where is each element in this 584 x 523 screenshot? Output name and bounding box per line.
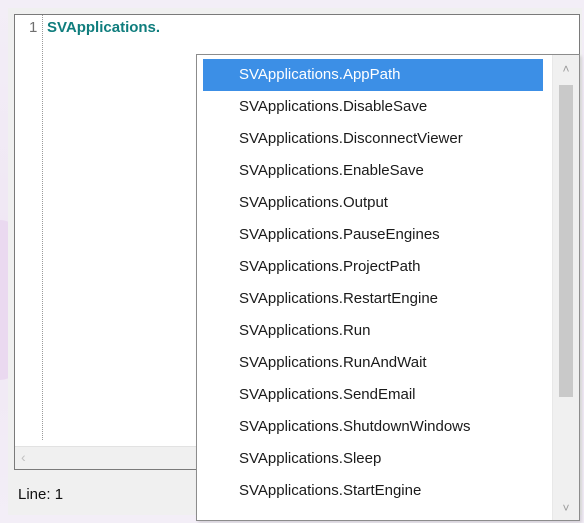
autocomplete-item[interactable]: SVApplications.Sleep bbox=[203, 443, 543, 475]
code-line-text[interactable]: SVApplications. bbox=[47, 19, 160, 36]
line-indicator: Line: 1 bbox=[18, 486, 64, 503]
autocomplete-item[interactable]: SVApplications.AppPath bbox=[203, 59, 543, 91]
autocomplete-item[interactable]: SVApplications.RunAndWait bbox=[203, 347, 543, 379]
chevron-left-icon[interactable]: ‹ bbox=[21, 449, 26, 465]
chevron-down-icon[interactable]: ˅ bbox=[553, 496, 579, 520]
autocomplete-item[interactable]: SVApplications.StartEngine bbox=[203, 475, 543, 507]
autocomplete-item[interactable]: SVApplications.EnableSave bbox=[203, 155, 543, 187]
autocomplete-item[interactable]: SVApplications.PauseEngines bbox=[203, 219, 543, 251]
autocomplete-item[interactable]: SVApplications.Run bbox=[203, 315, 543, 347]
scrollbar-thumb[interactable] bbox=[559, 85, 573, 397]
autocomplete-item[interactable]: SVApplications.ProjectPath bbox=[203, 251, 543, 283]
autocomplete-item[interactable]: SVApplications.ShutdownWindows bbox=[203, 411, 543, 443]
autocomplete-item[interactable]: SVApplications.Output bbox=[203, 187, 543, 219]
line-number-gutter: 1 bbox=[15, 15, 43, 440]
autocomplete-item[interactable]: SVApplications.DisableSave bbox=[203, 91, 543, 123]
autocomplete-item[interactable]: SVApplications.DisconnectViewer bbox=[203, 123, 543, 155]
line-number: 1 bbox=[29, 19, 38, 36]
chevron-up-icon[interactable]: ˄ bbox=[553, 57, 579, 81]
autocomplete-list[interactable]: SVApplications.AppPath SVApplications.Dis… bbox=[203, 59, 543, 507]
autocomplete-item[interactable]: SVApplications.RestartEngine bbox=[203, 283, 543, 315]
vertical-scrollbar[interactable]: ˄ ˅ bbox=[552, 55, 579, 520]
autocomplete-popup[interactable]: SVApplications.AppPath SVApplications.Dis… bbox=[196, 54, 580, 521]
status-bar: Line: 1 bbox=[18, 486, 63, 503]
autocomplete-item[interactable]: SVApplications.SendEmail bbox=[203, 379, 543, 411]
